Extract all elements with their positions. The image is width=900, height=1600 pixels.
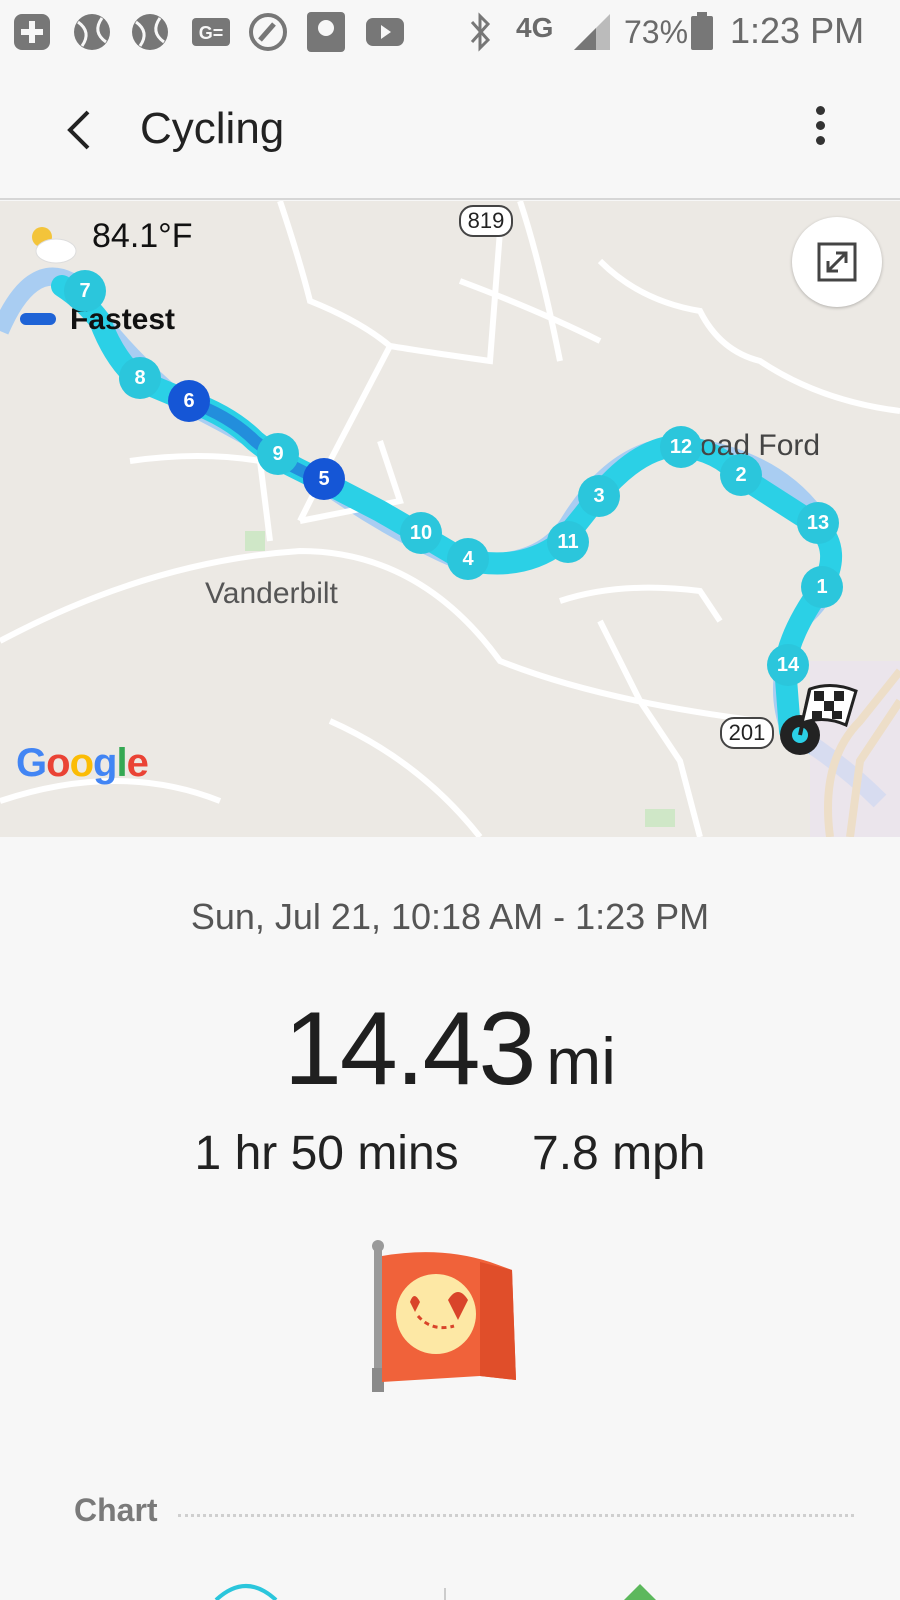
split-marker-fastest[interactable]: 6 — [168, 380, 210, 422]
split-marker-fastest[interactable]: 5 — [303, 458, 345, 500]
split-marker[interactable]: 1 — [801, 566, 843, 608]
duration-value: 1 hr 50 mins — [194, 1127, 459, 1180]
page-title: Cycling — [140, 104, 285, 153]
sports-app-icon — [307, 12, 345, 52]
split-marker[interactable]: 7 — [64, 270, 106, 312]
distance-value: 14.43 — [284, 991, 536, 1107]
partly-sunny-icon — [32, 227, 77, 264]
legend-swatch — [20, 313, 56, 325]
split-marker[interactable]: 9 — [257, 433, 299, 475]
expand-icon — [817, 242, 857, 282]
split-marker[interactable]: 12 — [660, 426, 702, 468]
distance-unit: mi — [546, 1024, 616, 1098]
chart-section-header: Chart — [74, 1492, 854, 1536]
workout-stats: 1 hr 50 mins 7.8 mph — [0, 1126, 900, 1181]
chart-icons-peek — [214, 1584, 656, 1600]
youtube-icon — [366, 18, 404, 46]
speed-value: 7.8 mph — [532, 1127, 706, 1180]
workout-date-range: Sun, Jul 21, 10:18 AM - 1:23 PM — [190, 896, 710, 937]
checkered-flag-icon — [780, 684, 858, 755]
ge-icon: G= — [192, 18, 230, 46]
split-marker[interactable]: 2 — [720, 454, 762, 496]
road-shield: 819 — [459, 205, 513, 237]
more-vertical-icon — [815, 106, 825, 115]
status-time: 1:23 PM — [730, 10, 865, 51]
split-marker[interactable]: 8 — [119, 357, 161, 399]
google-g-blue: G — [16, 741, 47, 785]
sports-ball-icon — [132, 14, 168, 50]
sports-ball-icon — [74, 14, 110, 50]
route-flag-icon — [372, 1240, 516, 1392]
map-place-label: oad Ford — [700, 429, 821, 462]
route-map[interactable]: 84.1°F Fastest 819 201 Vanderbilt oad Fo… — [0, 201, 900, 837]
split-marker[interactable]: 4 — [447, 538, 489, 580]
refresh-circle-icon — [249, 13, 287, 51]
split-marker[interactable]: 10 — [400, 512, 442, 554]
google-attribution: Google — [16, 741, 149, 785]
split-marker[interactable]: 11 — [547, 521, 589, 563]
app-bar: Cycling — [0, 64, 900, 200]
add-icon — [14, 14, 50, 50]
status-bar: G= 4G 73% 1:23 PM — [0, 0, 900, 64]
expand-map-button[interactable] — [792, 217, 882, 307]
battery-percent: 73% — [624, 14, 689, 50]
map-place-label: Vanderbilt — [205, 577, 338, 610]
chevron-left-icon — [67, 110, 90, 150]
section-divider — [178, 1514, 854, 1517]
split-marker[interactable]: 13 — [797, 502, 839, 544]
back-button[interactable] — [52, 94, 112, 164]
chart-section-title: Chart — [74, 1492, 158, 1528]
weather-temperature: 84.1°F — [92, 217, 193, 255]
bluetooth-icon — [470, 12, 491, 52]
svg-text:G=: G= — [199, 23, 224, 43]
road-shield: 201 — [720, 717, 774, 749]
distance-display: 14.43 mi — [0, 990, 900, 1109]
battery-icon — [691, 12, 713, 50]
signal-icon — [574, 14, 610, 50]
network-type: 4G — [516, 12, 554, 43]
split-marker[interactable]: 3 — [578, 475, 620, 517]
split-marker[interactable]: 14 — [767, 644, 809, 686]
more-options-button[interactable] — [800, 100, 840, 164]
